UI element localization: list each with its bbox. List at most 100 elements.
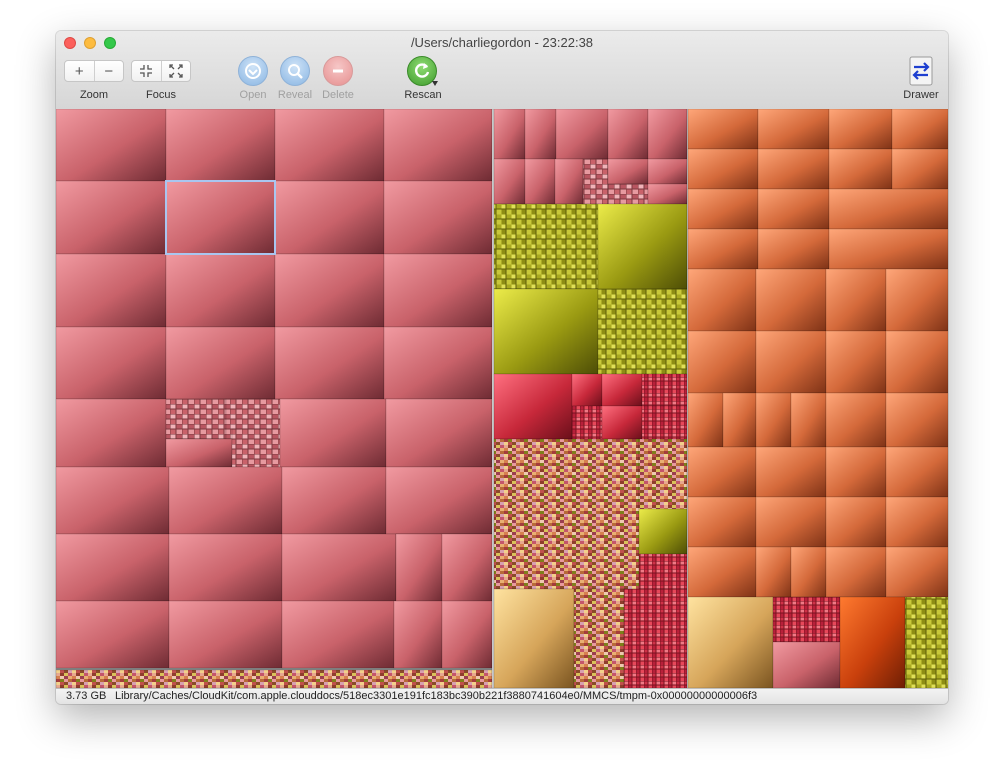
treemap-cell[interactable] <box>571 373 603 407</box>
treemap-cell[interactable] <box>647 183 688 205</box>
treemap-subtiles[interactable] <box>231 428 281 468</box>
treemap-cell[interactable] <box>885 446 948 498</box>
treemap-cell[interactable] <box>607 158 649 185</box>
treemap-cell[interactable] <box>554 158 584 205</box>
treemap-cell[interactable] <box>755 268 827 332</box>
treemap-cell[interactable] <box>165 253 276 328</box>
reveal-button[interactable] <box>280 56 310 86</box>
treemap-subtiles[interactable] <box>597 288 688 375</box>
treemap-cell[interactable] <box>441 533 493 602</box>
treemap-cell[interactable] <box>687 392 724 448</box>
treemap-cell[interactable] <box>385 466 493 535</box>
treemap-subtiles[interactable] <box>493 203 599 290</box>
treemap-cell[interactable] <box>383 180 493 255</box>
treemap-cell[interactable] <box>165 326 276 400</box>
treemap-cell[interactable] <box>279 398 387 468</box>
treemap-subtiles[interactable] <box>904 596 948 688</box>
treemap-cell[interactable] <box>828 109 893 150</box>
treemap-cell[interactable] <box>828 148 893 190</box>
treemap-cell[interactable] <box>607 109 649 160</box>
treemap-small-files[interactable] <box>638 438 688 510</box>
treemap-subtiles[interactable] <box>623 588 688 688</box>
treemap-cell[interactable] <box>722 392 757 448</box>
treemap-cell[interactable] <box>757 109 830 150</box>
treemap-cell[interactable] <box>687 188 759 230</box>
focus-in-button[interactable] <box>132 61 161 81</box>
treemap-cell[interactable] <box>274 326 385 400</box>
treemap-cell[interactable] <box>755 496 827 548</box>
treemap-cell[interactable] <box>687 228 759 270</box>
treemap-cell[interactable] <box>885 330 948 394</box>
open-button[interactable] <box>238 56 268 86</box>
treemap-small-files[interactable] <box>56 669 493 688</box>
treemap-cell[interactable] <box>56 109 167 182</box>
treemap-cell[interactable] <box>755 446 827 498</box>
treemap-cell[interactable] <box>790 392 827 448</box>
treemap-cell[interactable] <box>687 109 759 150</box>
treemap-cell[interactable] <box>772 641 841 688</box>
treemap-cell[interactable] <box>687 446 757 498</box>
disk-usage-treemap[interactable] <box>56 109 948 688</box>
treemap-cell[interactable] <box>168 466 283 535</box>
treemap-cell[interactable] <box>441 600 493 669</box>
treemap-cell[interactable] <box>383 253 493 328</box>
treemap-cell[interactable] <box>891 148 948 190</box>
treemap-small-files[interactable] <box>573 588 625 688</box>
treemap-cell[interactable] <box>56 533 170 602</box>
treemap-cell[interactable] <box>281 466 387 535</box>
treemap-cell[interactable] <box>638 508 688 555</box>
treemap-cell[interactable] <box>524 109 557 160</box>
treemap-cell[interactable] <box>56 253 167 328</box>
treemap-cell[interactable] <box>555 109 609 160</box>
treemap-subtiles[interactable] <box>638 553 688 590</box>
treemap-cell[interactable] <box>383 109 493 182</box>
treemap-cell[interactable] <box>56 180 167 255</box>
treemap-cell[interactable] <box>165 438 233 468</box>
treemap-cell[interactable] <box>493 588 575 688</box>
treemap-cell[interactable] <box>885 392 948 448</box>
zoom-out-button[interactable]: − <box>93 61 124 81</box>
treemap-cell[interactable] <box>385 398 493 468</box>
treemap-cell[interactable] <box>647 109 688 160</box>
treemap-cell[interactable] <box>56 326 167 400</box>
treemap-cell[interactable] <box>885 268 948 332</box>
treemap-subtiles[interactable] <box>641 373 688 407</box>
treemap-cell[interactable] <box>165 180 276 255</box>
treemap-cell[interactable] <box>601 373 643 407</box>
treemap-cell[interactable] <box>274 180 385 255</box>
treemap-cell[interactable] <box>825 546 887 598</box>
treemap-cell[interactable] <box>687 596 774 688</box>
treemap-cell[interactable] <box>493 158 526 205</box>
treemap-cell[interactable] <box>647 158 688 185</box>
treemap-cell[interactable] <box>825 446 887 498</box>
treemap-subtiles[interactable] <box>641 405 688 440</box>
treemap-cell[interactable] <box>493 288 599 375</box>
treemap-cell[interactable] <box>755 392 792 448</box>
treemap-cell[interactable] <box>601 405 643 440</box>
treemap-cell[interactable] <box>56 398 167 468</box>
treemap-cell[interactable] <box>825 496 887 548</box>
treemap-cell[interactable] <box>597 203 688 290</box>
treemap-subtiles[interactable] <box>607 183 649 205</box>
treemap-cell[interactable] <box>755 546 792 598</box>
treemap-cell[interactable] <box>891 109 948 150</box>
treemap-cell[interactable] <box>56 600 170 669</box>
treemap-cell[interactable] <box>825 392 887 448</box>
treemap-cell[interactable] <box>828 188 948 230</box>
treemap-cell[interactable] <box>395 533 443 602</box>
treemap-small-files[interactable] <box>493 438 640 590</box>
treemap-cell[interactable] <box>885 496 948 548</box>
treemap-cell[interactable] <box>493 109 526 160</box>
treemap-cell[interactable] <box>828 228 948 270</box>
treemap-cell[interactable] <box>885 546 948 598</box>
treemap-cell[interactable] <box>56 466 170 535</box>
zoom-in-button[interactable]: + <box>65 61 94 81</box>
treemap-cell[interactable] <box>790 546 827 598</box>
treemap-cell[interactable] <box>274 109 385 182</box>
treemap-cell[interactable] <box>757 188 830 230</box>
treemap-cell[interactable] <box>687 330 757 394</box>
treemap-cell[interactable] <box>165 109 276 182</box>
treemap-subtiles[interactable] <box>571 405 603 440</box>
focus-out-button[interactable] <box>160 61 191 81</box>
treemap-subtiles[interactable] <box>582 158 609 205</box>
